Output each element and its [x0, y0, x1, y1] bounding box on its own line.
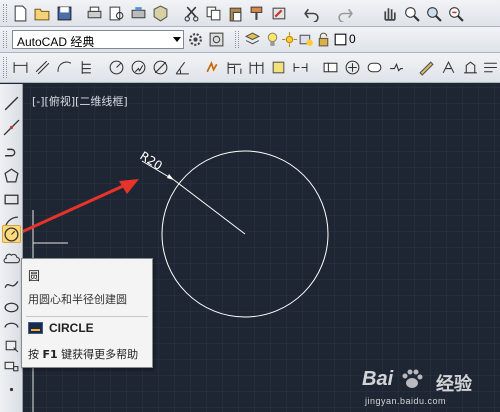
zoom-previous-icon[interactable] — [446, 4, 465, 23]
continue-dimension-icon[interactable] — [247, 58, 266, 77]
command-prompt-icon — [28, 322, 43, 334]
arc-length-icon[interactable] — [55, 58, 74, 77]
tolerance-icon[interactable] — [321, 58, 340, 77]
toolbar-grip[interactable] — [235, 31, 239, 48]
polygon-icon[interactable] — [2, 166, 21, 184]
jogged-linear-icon[interactable] — [387, 58, 406, 77]
revision-cloud-icon[interactable] — [2, 250, 21, 268]
help-prefix: 按 — [28, 348, 43, 361]
zoom-realtime-icon[interactable] — [402, 4, 421, 23]
autocad-window: AutoCAD 经典 0 R20 [-][俯视][二维线框] 圆 用圆心和半径创… — [0, 0, 500, 412]
zoom-window-icon[interactable] — [424, 4, 443, 23]
dimension-space-icon[interactable] — [269, 58, 288, 77]
print-preview-icon[interactable] — [107, 4, 126, 23]
workspace-dropdown[interactable]: AutoCAD 经典 — [12, 30, 184, 49]
command-tooltip: 圆 用圆心和半径创建圆 CIRCLE 按 F1 键获得更多帮助 — [21, 258, 153, 368]
diameter-dimension-icon[interactable] — [151, 58, 170, 77]
viewport-controls-label[interactable]: [-][俯视][二维线框] — [32, 93, 128, 109]
tooltip-command: CIRCLE — [49, 321, 94, 335]
help-suffix: 键获得更多帮助 — [57, 348, 139, 361]
inspection-icon[interactable] — [365, 58, 384, 77]
workspace-value: AutoCAD 经典 — [17, 35, 95, 49]
angular-dimension-icon[interactable] — [173, 58, 192, 77]
dimension-update-icon[interactable] — [461, 58, 480, 77]
quick-dimension-icon[interactable] — [203, 58, 222, 77]
jogged-dimension-icon[interactable] — [129, 58, 148, 77]
redo-icon[interactable] — [336, 4, 355, 23]
pan-icon[interactable] — [380, 4, 399, 23]
print-icon[interactable] — [85, 4, 104, 23]
undo-icon[interactable] — [302, 4, 321, 23]
dimension-text-edit-icon[interactable] — [439, 58, 458, 77]
spline-icon[interactable] — [2, 274, 21, 292]
dimension-edit-icon[interactable] — [417, 58, 436, 77]
dimension-break-icon[interactable] — [291, 58, 310, 77]
paste-icon[interactable] — [226, 4, 245, 23]
make-block-icon[interactable] — [2, 356, 21, 374]
layer-color-swatch[interactable] — [331, 30, 350, 49]
open-icon[interactable] — [33, 4, 52, 23]
aligned-dimension-icon[interactable] — [33, 58, 52, 77]
workspace-settings-icon[interactable] — [186, 30, 205, 49]
linear-dimension-icon[interactable] — [11, 58, 30, 77]
layer-properties-icon[interactable] — [243, 30, 262, 49]
center-mark-icon[interactable] — [343, 58, 362, 77]
construction-line-icon[interactable] — [2, 118, 21, 136]
dimension-toolbar — [0, 53, 500, 83]
dimension-style-icon[interactable] — [481, 58, 500, 77]
workspace-layers-toolbar: AutoCAD 经典 0 — [0, 27, 500, 53]
ellipse-icon[interactable] — [2, 298, 21, 316]
circle-icon[interactable] — [2, 225, 21, 243]
point-icon[interactable] — [2, 380, 21, 398]
tooltip-divider — [26, 316, 148, 317]
workspace-save-icon[interactable] — [207, 30, 226, 49]
tooltip-description: 用圆心和半径创建圆 — [28, 293, 127, 306]
publish-icon[interactable] — [129, 4, 148, 23]
watermark-jingyan: 经验 — [436, 374, 472, 395]
tooltip-help-text: 按 F1 键获得更多帮助 — [28, 346, 138, 362]
rectangle-icon[interactable] — [2, 190, 21, 208]
block-editor-icon[interactable] — [270, 4, 289, 23]
ordinate-dimension-icon[interactable] — [77, 58, 96, 77]
paw-icon — [401, 369, 423, 395]
new-icon[interactable] — [11, 4, 30, 23]
toolbar-grip[interactable] — [3, 4, 7, 22]
tooltip-title: 圆 — [28, 269, 41, 283]
watermark-brand: Bai — [362, 368, 423, 391]
chevron-down-icon[interactable] — [173, 37, 181, 42]
match-properties-icon[interactable] — [248, 4, 267, 23]
toolbar-grip[interactable] — [3, 57, 7, 78]
baidu-jingyan-watermark: Bai 经验 jingyan.baidu.com — [362, 366, 498, 410]
cut-icon[interactable] — [182, 4, 201, 23]
polyline-icon[interactable] — [2, 142, 21, 160]
toolbar-grip[interactable] — [3, 31, 7, 48]
help-key: F1 — [42, 348, 58, 361]
draw-toolbar — [0, 84, 23, 412]
watermark-url: jingyan.baidu.com — [365, 396, 447, 406]
current-layer-name[interactable]: 0 — [349, 32, 356, 46]
standard-toolbar — [0, 0, 500, 27]
insert-block-icon[interactable] — [2, 336, 21, 354]
baseline-dimension-icon[interactable] — [225, 58, 244, 77]
ellipse-arc-icon[interactable] — [2, 318, 21, 336]
watermark-brand-text: Bai — [362, 368, 394, 390]
line-icon[interactable] — [2, 94, 21, 112]
3d-dwf-icon[interactable] — [151, 4, 170, 23]
save-icon[interactable] — [55, 4, 74, 23]
copy-icon[interactable] — [204, 4, 223, 23]
radius-dimension-icon[interactable] — [107, 58, 126, 77]
